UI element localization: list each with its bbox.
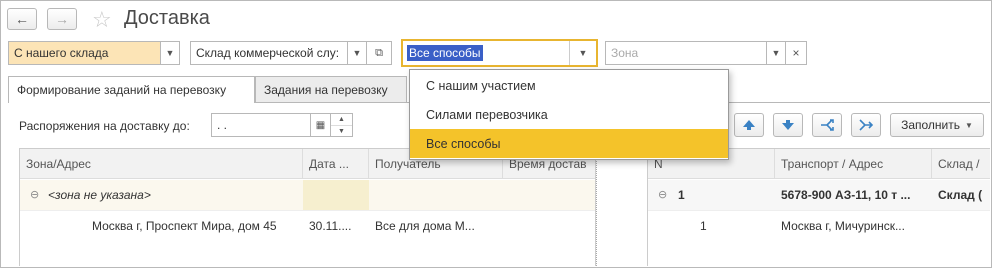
group-warehouse: Склад ( [938, 188, 983, 202]
recipient-cell: Все для дома М... [375, 219, 475, 233]
splitter-line [596, 148, 597, 266]
merge-button[interactable] [851, 113, 881, 137]
open-link-icon: ⧉ [375, 46, 383, 59]
warehouse-open-button[interactable]: ⧉ [366, 41, 392, 65]
method-selected-text: Все способы [407, 45, 483, 61]
column-header-warehouse[interactable]: Склад / [932, 149, 990, 179]
option-all-methods[interactable]: Все способы [410, 129, 728, 158]
table-row[interactable]: 1 Москва г, Мичуринск... [648, 210, 990, 240]
star-icon[interactable]: ☆ [92, 7, 112, 33]
column-header-zone[interactable]: Зона/Адрес [20, 149, 303, 179]
close-icon: × [792, 46, 800, 60]
fill-button-label: Заполнить [901, 118, 960, 132]
column-header-date[interactable]: Дата ... [303, 149, 369, 179]
method-select[interactable]: Все способы ▼ [401, 39, 598, 67]
source-dropdown-button[interactable]: ▼ [160, 41, 180, 65]
chevron-down-icon[interactable]: ▼ [569, 41, 596, 65]
chevron-down-icon: ▼ [165, 48, 175, 58]
chevron-down-icon[interactable]: ▼ [331, 126, 352, 137]
table-group-row[interactable]: ⊖ <зона не указана> [20, 180, 595, 210]
tab-forming-tasks[interactable]: Формирование заданий на перевозку [8, 76, 255, 103]
arrow-right-icon: → [55, 11, 69, 27]
back-button[interactable]: ← [7, 8, 37, 30]
move-up-button[interactable] [734, 113, 764, 137]
split-icon [821, 119, 834, 131]
date-stepper[interactable]: ▲ ▼ [330, 113, 353, 137]
warehouse-field[interactable]: Склад коммерческой слу: [190, 41, 348, 65]
orders-date-field[interactable]: . . [211, 113, 311, 137]
table-row[interactable]: Москва г, Проспект Мира, дом 45 30.11...… [20, 210, 595, 240]
orders-filter-label: Распоряжения на доставку до: [19, 119, 190, 133]
date-cell: 30.11.... [309, 219, 352, 233]
orders-table: Зона/Адрес Дата ... Получатель Время дос… [19, 148, 596, 266]
split-button[interactable] [812, 113, 842, 137]
zone-clear-button[interactable]: × [785, 41, 807, 65]
move-down-button[interactable] [773, 113, 803, 137]
collapse-icon[interactable]: ⊖ [658, 188, 667, 201]
group-transport: 5678-900 АЗ-11, 10 т ... [781, 188, 911, 202]
zone-dropdown-button[interactable]: ▼ [766, 41, 786, 65]
arrow-left-icon: ← [15, 11, 29, 27]
fill-button[interactable]: Заполнить ▼ [890, 113, 984, 137]
group-number: 1 [678, 188, 685, 202]
splitter-panel[interactable] [596, 148, 647, 266]
merge-icon [859, 119, 874, 131]
arrow-up-icon [743, 120, 755, 130]
chevron-down-icon: ▼ [965, 120, 973, 130]
table-group-row[interactable]: ⊖ 1 5678-900 АЗ-11, 10 т ... Склад ( [648, 180, 990, 210]
transport-table: N Транспорт / Адрес Склад / ⊖ 1 5678-900… [647, 148, 990, 266]
page-title: Доставка [124, 7, 210, 29]
zone-field[interactable]: Зона [605, 41, 767, 65]
group-label: <зона не указана> [48, 188, 151, 202]
chevron-down-icon: ▼ [771, 48, 781, 58]
option-with-our-participation[interactable]: С нашим участием [410, 71, 728, 100]
group-row-date-cell [303, 180, 369, 210]
forward-button[interactable]: → [47, 8, 77, 30]
row-address: Москва г, Мичуринск... [781, 219, 905, 233]
chevron-up-icon[interactable]: ▲ [331, 114, 352, 126]
calendar-button[interactable]: ▦ [310, 113, 331, 137]
address-cell: Москва г, Проспект Мира, дом 45 [92, 219, 277, 233]
warehouse-dropdown-button[interactable]: ▼ [347, 41, 367, 65]
collapse-icon[interactable]: ⊖ [30, 188, 39, 201]
calendar-icon: ▦ [315, 119, 326, 131]
row-number: 1 [700, 219, 707, 233]
tab-transport-tasks[interactable]: Задания на перевозку [255, 76, 407, 102]
chevron-down-icon: ▼ [352, 48, 362, 58]
source-select[interactable]: С нашего склада [8, 41, 161, 65]
column-header-transport[interactable]: Транспорт / Адрес [775, 149, 932, 179]
method-dropdown-list: С нашим участием Силами перевозчика Все … [409, 69, 729, 160]
option-by-carrier[interactable]: Силами перевозчика [410, 100, 728, 129]
arrow-down-icon [782, 120, 794, 130]
